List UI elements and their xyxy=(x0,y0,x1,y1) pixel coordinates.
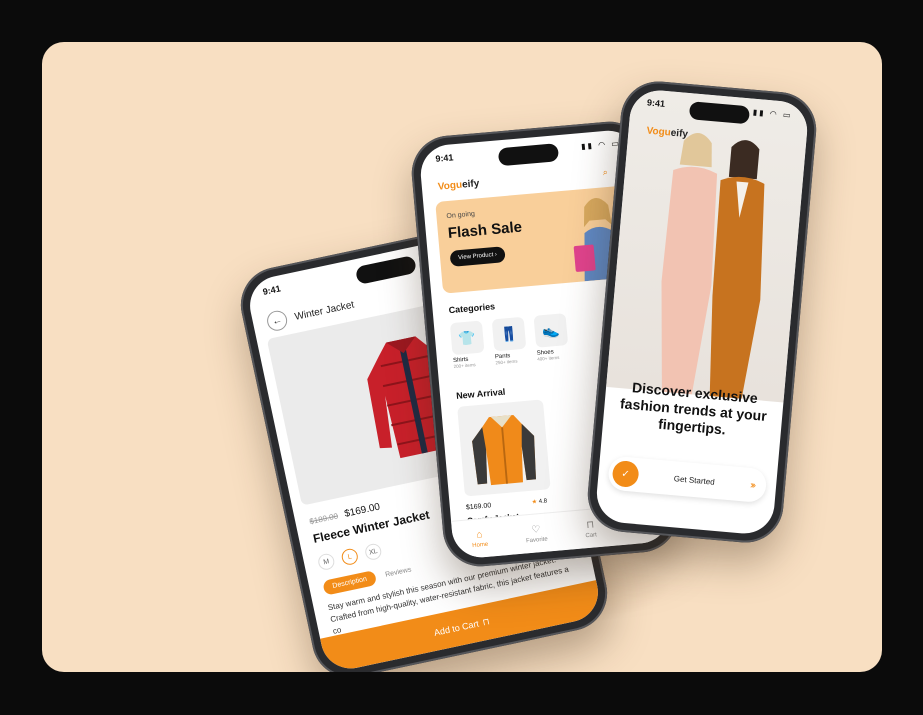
heart-icon: ♡ xyxy=(531,523,541,536)
status-time: 9:41 xyxy=(261,283,282,297)
status-time: 9:41 xyxy=(646,97,666,109)
view-product-label: View Product xyxy=(457,252,494,262)
nav-cart[interactable]: ⊓ Cart xyxy=(584,519,597,539)
nav-favorite[interactable]: ♡ Favorite xyxy=(525,523,548,544)
status-time: 9:41 xyxy=(435,152,454,164)
onboarding-screen: 9:41 ▮▮ ◠ ▭ Vogueify Discover exclusive … xyxy=(594,88,810,536)
categories-list: 👕 Shirts 200+ items 👖 Pants 250+ items 👟… xyxy=(449,313,570,369)
orange-jacket-image xyxy=(472,414,536,486)
new-arrival-title: New Arrival xyxy=(455,386,506,401)
size-selector: M L XL xyxy=(316,542,383,572)
pants-icon: 👖 xyxy=(491,316,527,352)
nav-label: Home xyxy=(472,541,489,549)
view-product-button[interactable]: View Product › xyxy=(449,246,506,267)
nav-label: Favorite xyxy=(525,536,548,544)
banner-subtitle: On going xyxy=(446,210,476,221)
tab-reviews[interactable]: Reviews xyxy=(385,566,412,578)
hero-photo xyxy=(606,88,810,403)
shirt-icon: 👕 xyxy=(449,320,485,356)
rating-value: 4.8 xyxy=(538,498,548,506)
shoe-icon: 👟 xyxy=(533,313,569,348)
size-option-xl[interactable]: XL xyxy=(363,542,383,562)
bag-icon: ⊓ xyxy=(481,615,491,628)
logo-prefix: Vogu xyxy=(646,125,672,139)
category-shirts[interactable]: 👕 Shirts 200+ items xyxy=(449,320,486,369)
arrival-product-card[interactable] xyxy=(457,399,551,497)
categories-title: Categories xyxy=(448,301,496,316)
tab-description[interactable]: Description xyxy=(322,570,378,596)
current-price: $169.00 xyxy=(343,501,382,520)
logo-prefix: Vogu xyxy=(437,179,463,193)
phone-onboarding: 9:41 ▮▮ ◠ ▭ Vogueify Discover exclusive … xyxy=(584,78,820,546)
banner-title: Flash Sale xyxy=(447,218,523,243)
get-started-button[interactable]: ✓ Get Started ››› xyxy=(607,455,768,504)
size-option-m[interactable]: M xyxy=(316,552,336,572)
status-icons: ▮▮ ◠ ▭ xyxy=(580,138,622,152)
nav-home[interactable]: ⌂ Home xyxy=(471,528,489,549)
back-arrow-icon[interactable]: ← xyxy=(265,308,289,333)
product-header-title: Winter Jacket xyxy=(293,299,356,323)
arrival-rating: ★ 4.8 xyxy=(531,497,548,506)
star-icon: ★ xyxy=(531,499,538,506)
check-icon: ✓ xyxy=(611,459,640,489)
app-logo: Vogueify xyxy=(437,178,479,193)
dynamic-island xyxy=(354,254,418,286)
bag-icon: ⊓ xyxy=(585,518,595,531)
home-icon: ⌂ xyxy=(475,528,483,541)
old-price: $189.00 xyxy=(308,511,339,527)
category-shoes[interactable]: 👟 Shoes 400+ items xyxy=(533,313,570,362)
get-started-label: Get Started xyxy=(673,473,716,487)
logo-suffix: eify xyxy=(461,178,480,191)
models-image xyxy=(661,133,765,399)
add-to-cart-label: Add to Cart xyxy=(433,618,480,638)
nav-label: Cart xyxy=(585,531,598,539)
arrival-price: $169.00 xyxy=(465,502,492,512)
dynamic-island xyxy=(497,143,560,167)
logo-suffix: eify xyxy=(670,127,689,141)
search-icon[interactable]: ⌕ xyxy=(602,166,614,177)
category-pants[interactable]: 👖 Pants 250+ items xyxy=(491,316,528,365)
chevrons-right-icon: ››› xyxy=(749,479,755,491)
background-card: 9:41 ▮▮ ◠ ▭ ← Winter Jacket $189.00 $169… xyxy=(42,42,882,672)
size-option-l[interactable]: L xyxy=(340,547,360,567)
